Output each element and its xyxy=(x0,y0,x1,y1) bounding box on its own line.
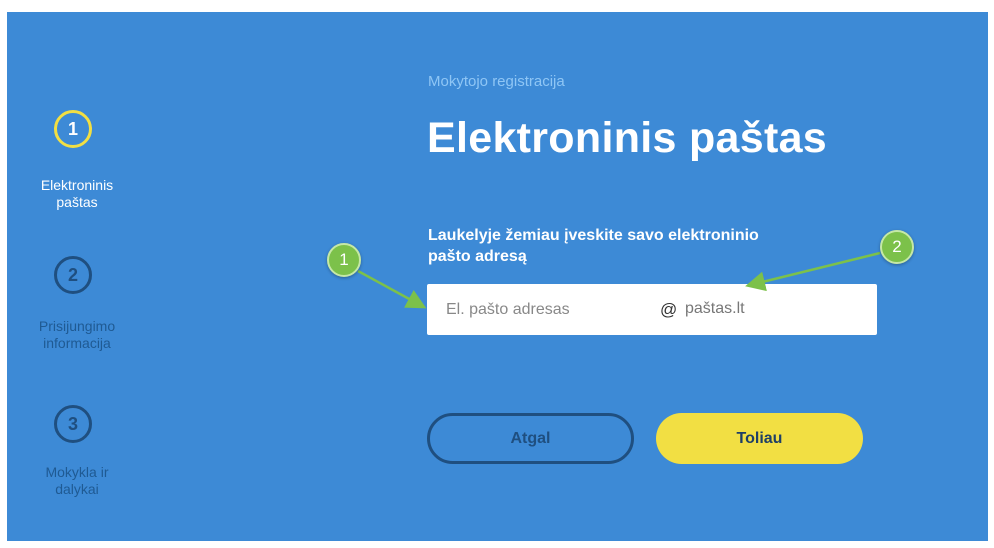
annotation-marker-1: 1 xyxy=(327,243,361,277)
annotation-arrows xyxy=(357,251,881,309)
annotation-arrow-2 xyxy=(745,251,881,292)
annotation-marker-2: 2 xyxy=(880,230,914,264)
annotation-marker-2-label: 2 xyxy=(892,237,902,256)
annotation-marker-1-label: 1 xyxy=(339,250,349,269)
annotation-arrow-1 xyxy=(357,269,427,309)
